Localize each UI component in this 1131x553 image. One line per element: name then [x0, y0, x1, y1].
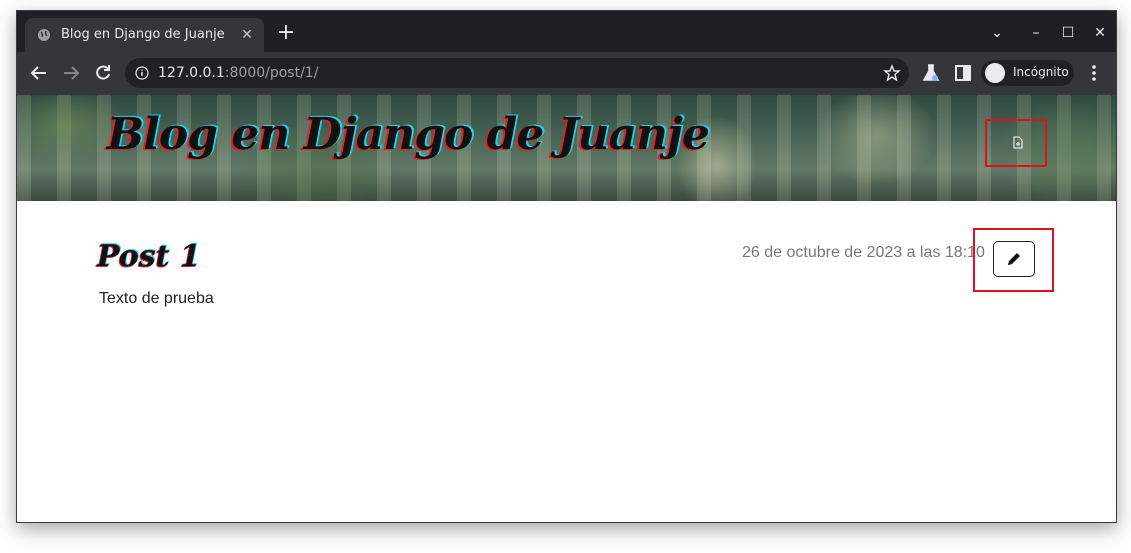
url-text[interactable]: 127.0.0.1:8000/post/1/	[158, 65, 318, 81]
main-content: Post 1 26 de octubre de 2023 a las 18:10…	[17, 201, 1116, 522]
incognito-label: Incógnito	[1013, 65, 1069, 79]
globe-icon	[38, 29, 50, 41]
url-host: 127.0.0.1	[158, 65, 225, 81]
new-post-button[interactable]	[985, 119, 1047, 167]
incognito-icon	[985, 63, 1005, 83]
tab-strip: Blog en Django de Juanje ✕ + ⌄ – ☐ ✕	[17, 11, 1116, 52]
tab-blog[interactable]: Blog en Django de Juanje ✕	[25, 18, 264, 52]
reload-icon[interactable]	[92, 62, 114, 84]
new-document-icon	[1013, 136, 1023, 149]
edit-post-button[interactable]	[993, 241, 1035, 277]
forward-arrow-icon[interactable]	[60, 62, 82, 84]
address-bar[interactable]: 127.0.0.1:8000/post/1/	[125, 58, 909, 88]
browser-toolbar: 127.0.0.1:8000/post/1/ Incógnito	[17, 52, 1116, 95]
site-header: Blog en Django de Juanje	[17, 95, 1116, 201]
post-date: 26 de octubre de 2023 a las 18:10	[742, 244, 985, 261]
tab-close-icon[interactable]: ✕	[238, 26, 256, 44]
tab-title: Blog en Django de Juanje	[61, 27, 225, 42]
site-title[interactable]: Blog en Django de Juanje	[107, 109, 710, 160]
labs-flask-icon[interactable]	[920, 62, 942, 84]
site-info-icon[interactable]	[135, 66, 149, 80]
post-body: Texto de prueba	[99, 290, 214, 307]
incognito-badge[interactable]: Incógnito	[981, 60, 1074, 86]
pencil-icon	[1008, 253, 1020, 265]
post-title[interactable]: Post 1	[97, 239, 201, 274]
url-path: :8000/post/1/	[224, 65, 319, 81]
more-menu-icon[interactable]	[1083, 62, 1105, 84]
close-window-button[interactable]: ✕	[1089, 22, 1111, 44]
back-arrow-icon[interactable]	[28, 62, 50, 84]
side-panel-icon[interactable]	[952, 62, 974, 84]
new-tab-button[interactable]: +	[275, 22, 297, 45]
tab-search-icon[interactable]: ⌄	[986, 22, 1008, 44]
browser-window: Blog en Django de Juanje ✕ + ⌄ – ☐ ✕ 127…	[16, 10, 1117, 523]
bookmark-star-icon[interactable]	[883, 64, 901, 82]
minimize-button[interactable]: –	[1025, 22, 1047, 44]
maximize-button[interactable]: ☐	[1057, 22, 1079, 44]
